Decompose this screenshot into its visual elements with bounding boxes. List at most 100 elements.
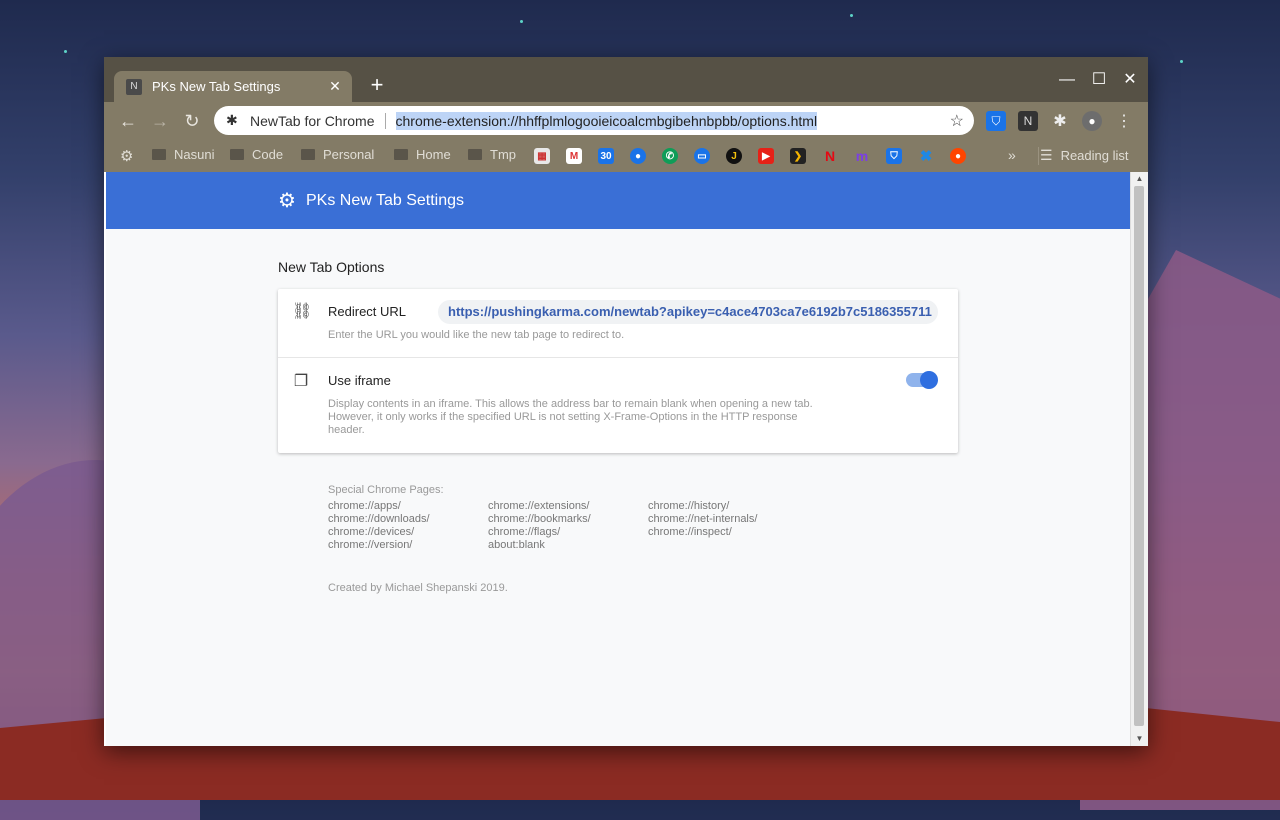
bookmark-confluence-icon[interactable]: ✖ (918, 148, 934, 165)
copy-icon: ❐ (293, 373, 309, 390)
bookmarks-overflow-button[interactable]: » (1008, 147, 1016, 163)
profile-avatar[interactable]: ● (1082, 111, 1102, 131)
special-page-link: chrome://extensions/ (488, 500, 590, 512)
tab-title: PKs New Tab Settings (152, 79, 281, 94)
page-header: ⚙ PKs New Tab Settings (106, 172, 1131, 229)
bookmark-folder-nasuni[interactable]: Nasuni (152, 147, 214, 162)
description-line: Display contents in an iframe. This allo… (328, 398, 813, 410)
section-title: New Tab Options (278, 259, 385, 275)
browser-toolbar: ← → ↻ ✱ NewTab for Chrome chrome-extensi… (104, 102, 1148, 140)
bookmark-m-icon[interactable]: m (854, 148, 870, 164)
tab-favicon-icon: N (126, 78, 142, 95)
special-page-link: chrome://apps/ (328, 500, 401, 512)
bookmark-folder-personal[interactable]: Personal (301, 147, 374, 162)
address-separator (384, 112, 386, 129)
special-page-link: about:blank (488, 539, 545, 551)
bookmark-folder-tmp[interactable]: Tmp (468, 147, 516, 162)
description-line: However, it only works if the specified … (328, 411, 798, 423)
back-button[interactable]: ← (117, 110, 139, 132)
options-card: ⛓ Redirect URL https://pushingkarma.com/… (278, 289, 958, 453)
bookmark-photos-icon[interactable]: ▦ (534, 148, 550, 164)
bookmark-folder-home[interactable]: Home (394, 147, 451, 162)
tab-close-icon[interactable]: ✕ (328, 78, 342, 95)
card-divider (278, 357, 958, 358)
bookmark-bitbucket-icon[interactable]: ⛉ (886, 148, 902, 164)
wallpaper-star (850, 14, 853, 17)
folder-icon (152, 149, 166, 160)
browser-tab[interactable]: N PKs New Tab Settings ✕ (114, 71, 352, 102)
special-page-link: chrome://history/ (648, 500, 730, 512)
description-line: header. (328, 424, 365, 436)
wallpaper-star (64, 50, 67, 53)
bookmark-netflix-icon[interactable]: N (822, 148, 838, 164)
scroll-down-arrow-icon[interactable]: ▼ (1131, 732, 1148, 746)
bookmark-settings-gear-icon[interactable]: ⚙ (120, 147, 133, 165)
wallpaper-star (520, 20, 523, 23)
bookmark-folder-label: Personal (323, 147, 375, 162)
reading-list-label: Reading list (1060, 148, 1129, 163)
extensions-puzzle-icon[interactable]: ✱ (1050, 111, 1070, 131)
scrollbar-thumb[interactable] (1134, 186, 1144, 726)
extension-name: NewTab for Chrome (250, 112, 375, 129)
bookmark-star-icon[interactable]: ☆ (950, 111, 964, 131)
scroll-up-arrow-icon[interactable]: ▲ (1131, 172, 1148, 186)
special-pages-list: chrome://apps/ chrome://extensions/ chro… (328, 500, 808, 552)
gear-icon: ⚙ (278, 190, 296, 212)
bookmark-voice-icon[interactable]: ✆ (662, 148, 678, 164)
bookmark-folder-label: Nasuni (174, 147, 215, 162)
maximize-button[interactable]: ☐ (1086, 69, 1112, 91)
bookmark-youtube-icon[interactable]: ▶ (758, 148, 774, 164)
bookmark-gmail-icon[interactable]: M (566, 148, 582, 164)
page-footer: Created by Michael Shepanski 2019. (328, 582, 508, 594)
title-bar: N PKs New Tab Settings ✕ + — ☐ ✕ (104, 57, 1148, 102)
folder-icon (230, 149, 244, 160)
bookmark-contacts-icon[interactable]: ● (630, 148, 646, 164)
bookmarks-bar: ⚙ Nasuni Code Personal Home Tmp ▦ M 30 ●… (104, 140, 1148, 172)
bookmark-folder-label: Code (252, 147, 284, 162)
special-page-link: chrome://downloads/ (328, 513, 430, 525)
use-iframe-description: Display contents in an iframe. This allo… (328, 398, 828, 437)
reading-list-icon: ☰ (1040, 147, 1053, 163)
url-text[interactable]: chrome-extension://hhffplmlogooieicoalcm… (395, 111, 818, 130)
bookmark-plex-icon[interactable]: ❯ (790, 148, 806, 164)
new-tab-button[interactable]: + (366, 74, 388, 97)
address-bar[interactable]: ✱ NewTab for Chrome chrome-extension://h… (214, 106, 974, 135)
notion-extension-icon[interactable]: N (1018, 111, 1038, 131)
bookmark-j-icon[interactable]: J (726, 148, 742, 164)
bookmark-folder-code[interactable]: Code (230, 147, 283, 162)
folder-icon (394, 149, 408, 160)
special-page-link: chrome://flags/ (488, 526, 561, 538)
redirect-url-label: Redirect URL (328, 304, 407, 319)
redirect-url-input[interactable]: https://pushingkarma.com/newtab?apikey=c… (438, 300, 938, 324)
bookmark-calendar-icon[interactable]: 30 (598, 148, 614, 164)
close-window-button[interactable]: ✕ (1117, 69, 1143, 91)
folder-icon (301, 149, 315, 160)
page-viewport: ⚙ PKs New Tab Settings New Tab Options ⛓… (106, 172, 1148, 746)
wallpaper-star (1180, 60, 1183, 63)
bookmark-reddit-icon[interactable]: ● (950, 148, 966, 164)
use-iframe-label: Use iframe (328, 373, 391, 388)
forward-button[interactable]: → (149, 110, 171, 132)
minimize-button[interactable]: — (1054, 69, 1080, 91)
browser-window: N PKs New Tab Settings ✕ + — ☐ ✕ ← → ↻ ✱… (104, 57, 1148, 746)
page-scrollbar[interactable]: ▲ ▼ (1130, 172, 1148, 746)
special-page-link: chrome://bookmarks/ (488, 513, 591, 525)
special-page-link: chrome://net-internals/ (648, 513, 758, 525)
special-pages-title: Special Chrome Pages: (328, 484, 444, 496)
bitwarden-extension-icon[interactable]: ⛉ (986, 111, 1006, 131)
special-page-link: chrome://inspect/ (648, 526, 732, 538)
redirect-url-description: Enter the URL you would like the new tab… (328, 329, 625, 341)
reading-list-button[interactable]: ☰ Reading list (1040, 147, 1129, 164)
toggle-knob (920, 371, 938, 389)
reload-button[interactable]: ↻ (181, 110, 203, 132)
puzzle-icon: ✱ (226, 112, 238, 128)
bookmark-folder-label: Tmp (490, 147, 516, 162)
special-page-link: chrome://devices/ (328, 526, 415, 538)
special-page-link: chrome://version/ (328, 539, 413, 551)
bookmark-messages-icon[interactable]: ▭ (694, 148, 710, 164)
bookmark-folder-label: Home (416, 147, 451, 162)
page-title: PKs New Tab Settings (306, 191, 465, 209)
menu-kebab-icon[interactable]: ⋮ (1114, 111, 1134, 131)
link-icon: ⛓ (292, 303, 313, 320)
use-iframe-toggle[interactable] (906, 371, 938, 389)
